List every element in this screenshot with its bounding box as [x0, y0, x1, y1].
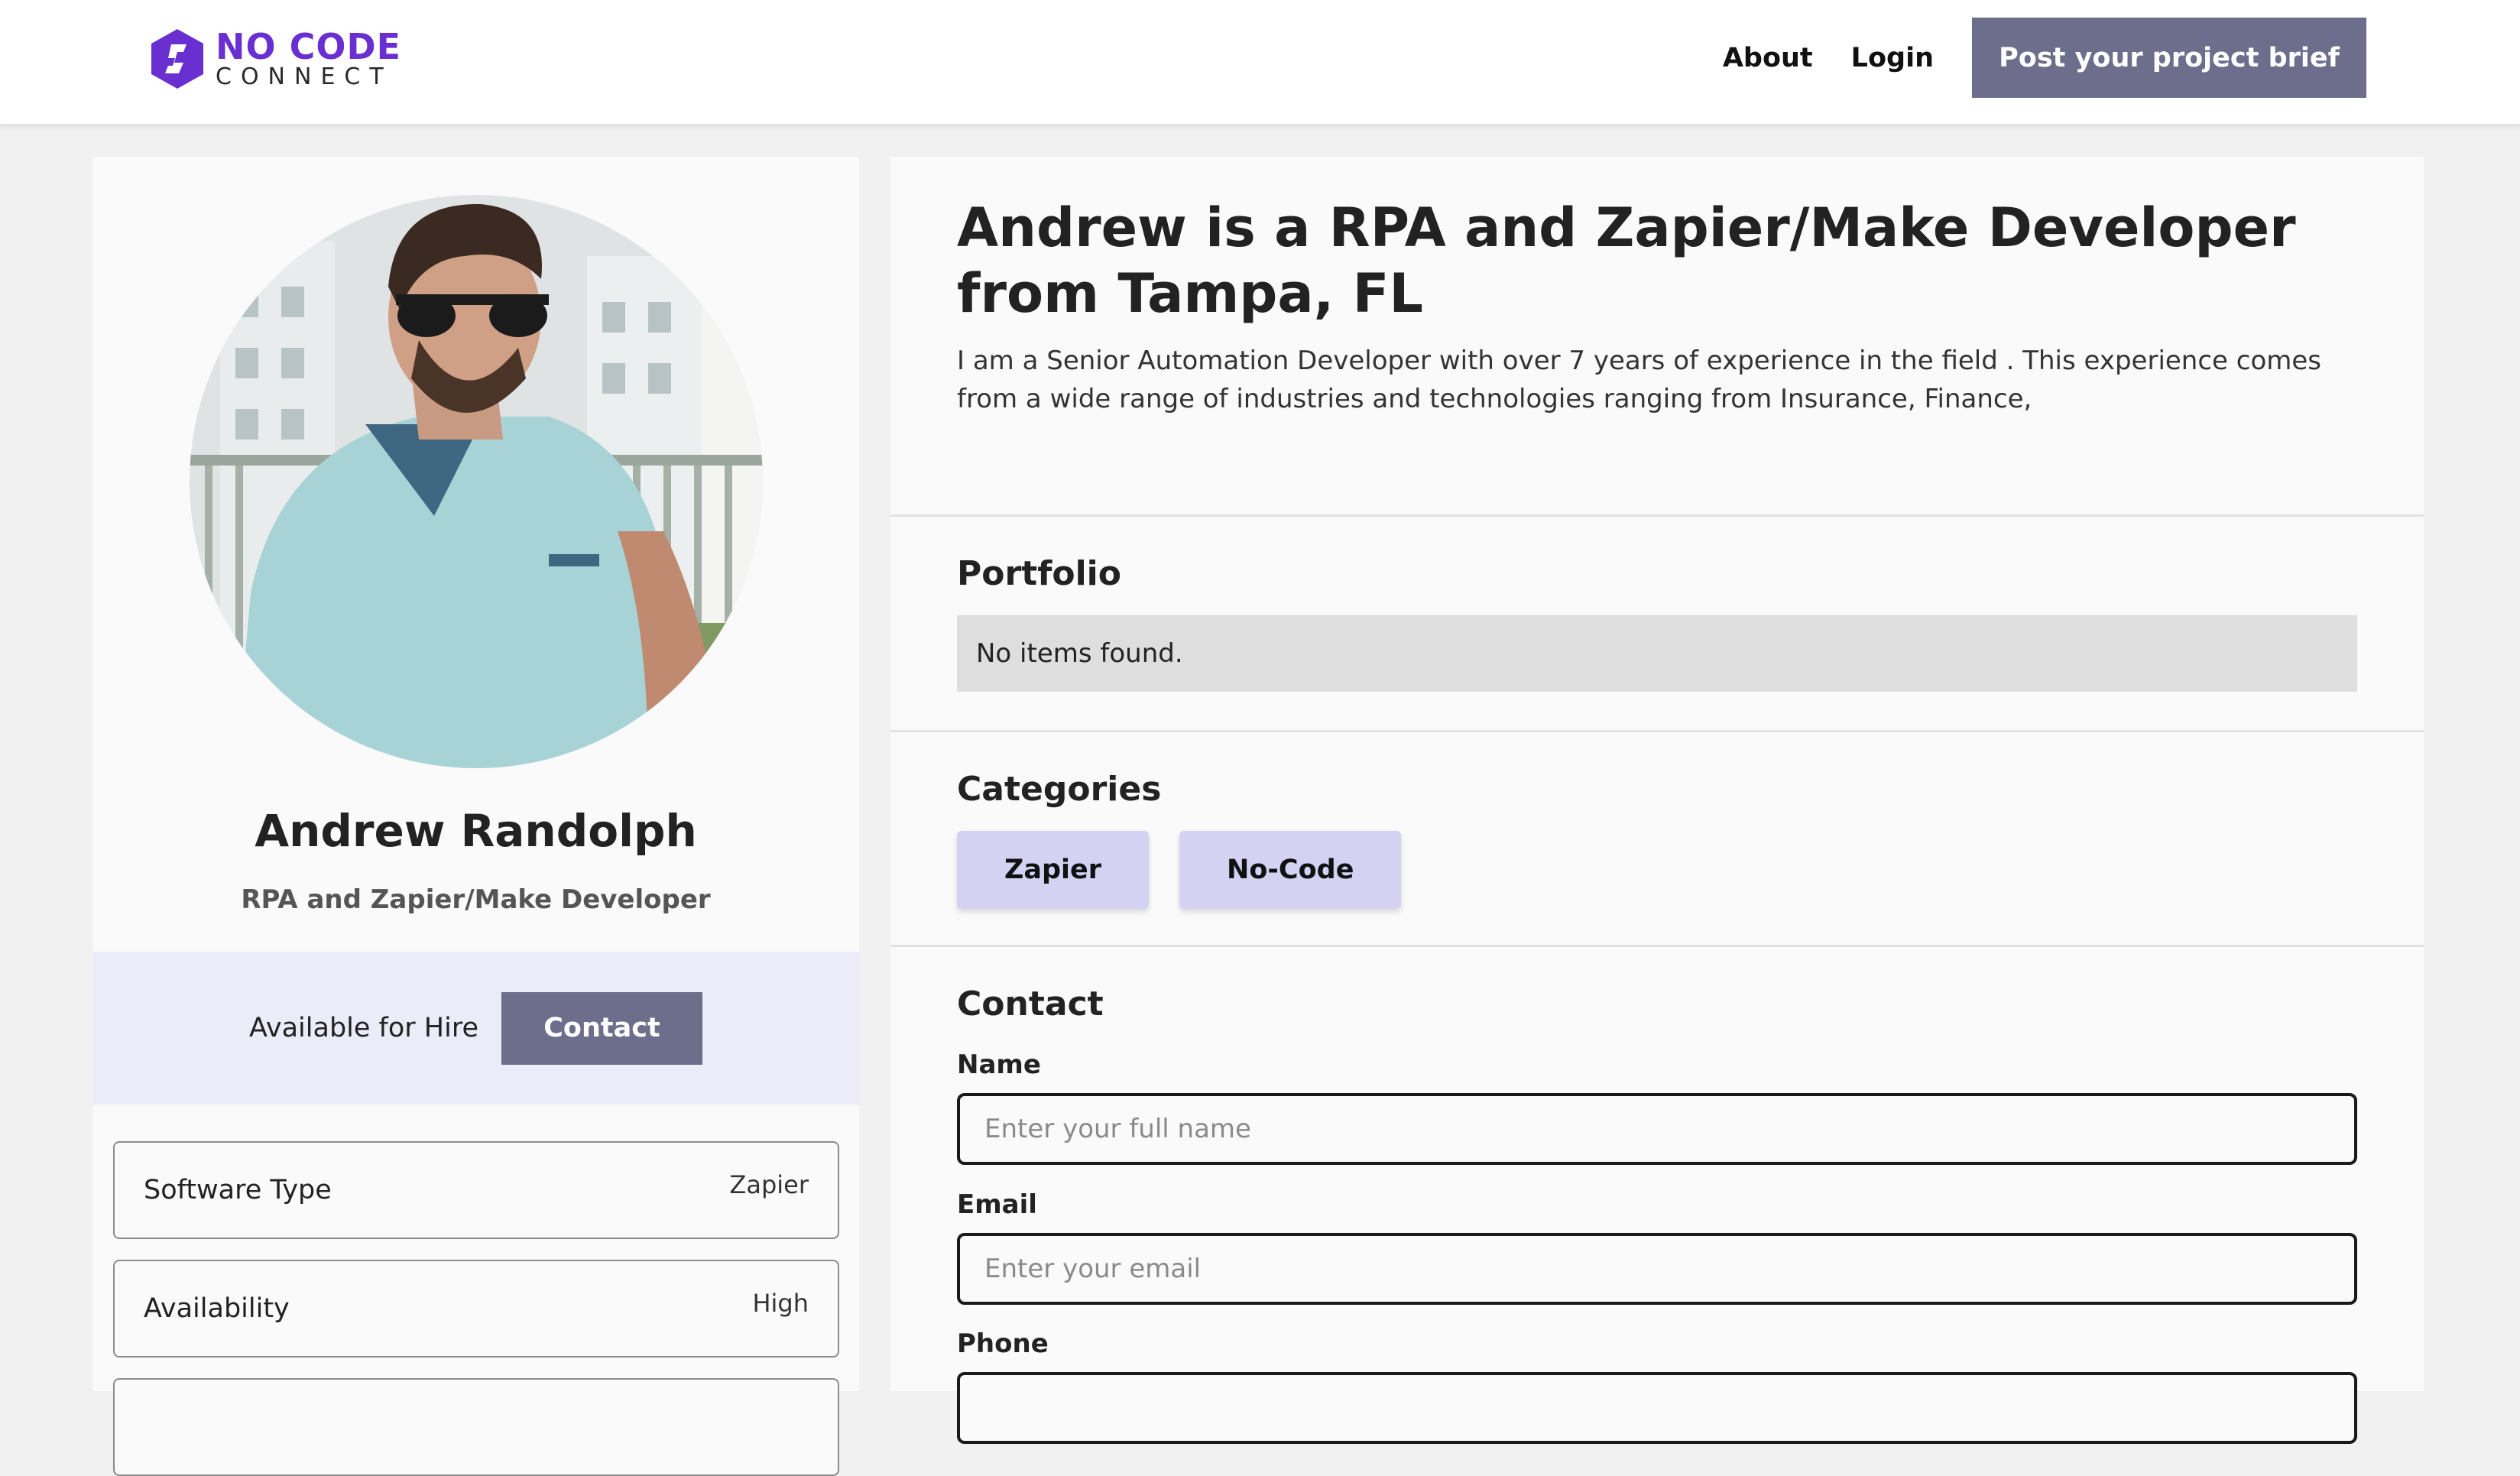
section-divider [890, 514, 2424, 517]
name-field-label: Name [957, 1049, 1041, 1080]
section-divider [890, 730, 2424, 732]
logo[interactable]: NO CODE CONNECT [148, 28, 401, 90]
detail-row-partial [113, 1378, 839, 1476]
hire-status-bar: Available for Hire Contact [92, 952, 859, 1105]
avatar-photo-illustration [190, 195, 763, 768]
detail-value: High [752, 1289, 809, 1318]
profile-name: Andrew Randolph [255, 805, 697, 857]
profile-card: Andrew Randolph RPA and Zapier/Make Deve… [92, 157, 859, 1476]
profile-title: RPA and Zapier/Make Developer [241, 884, 711, 915]
category-chip-list: Zapier No-Code [957, 831, 1432, 909]
top-navigation-bar: NO CODE CONNECT About Login Post your pr… [0, 0, 2520, 124]
section-divider [890, 945, 2424, 947]
detail-label: Software Type [144, 1175, 332, 1205]
contact-button[interactable]: Contact [501, 991, 702, 1065]
categories-heading: Categories [957, 770, 1162, 809]
logo-hexagon-icon [151, 29, 203, 89]
detail-row-availability: Availability High [113, 1260, 839, 1358]
name-input[interactable] [957, 1093, 2357, 1165]
contact-form-heading: Contact [957, 985, 1104, 1023]
main-nav: About Login Post your project brief [1723, 18, 2366, 98]
post-project-brief-button[interactable]: Post your project brief [1972, 18, 2366, 98]
portfolio-empty-state: No items found. [957, 615, 2357, 692]
email-input[interactable] [957, 1233, 2357, 1305]
portfolio-heading: Portfolio [957, 554, 1121, 593]
nav-login-link[interactable]: Login [1851, 43, 1934, 73]
category-chip-zapier[interactable]: Zapier [957, 831, 1150, 909]
profile-headline: Andrew is a RPA and Zapier/Make Develope… [957, 196, 2296, 325]
detail-label: Availability [144, 1293, 290, 1324]
detail-value: Zapier [729, 1170, 809, 1199]
profile-bio: I am a Senior Automation Developer with … [957, 345, 2322, 414]
email-field-label: Email [957, 1189, 1037, 1220]
detail-row-software-type: Software Type Zapier [113, 1141, 839, 1239]
availability-status: Available for Hire [249, 1013, 478, 1043]
main-content-card: Andrew is a RPA and Zapier/Make Develope… [890, 157, 2424, 1444]
category-chip-no-code[interactable]: No-Code [1179, 831, 1402, 909]
phone-field-label: Phone [957, 1328, 1049, 1359]
avatar [190, 195, 763, 768]
logo-text-secondary: CONNECT [216, 63, 393, 90]
logo-text-primary: NO CODE [216, 26, 402, 67]
nav-about-link[interactable]: About [1723, 43, 1813, 73]
phone-input[interactable] [957, 1372, 2357, 1444]
